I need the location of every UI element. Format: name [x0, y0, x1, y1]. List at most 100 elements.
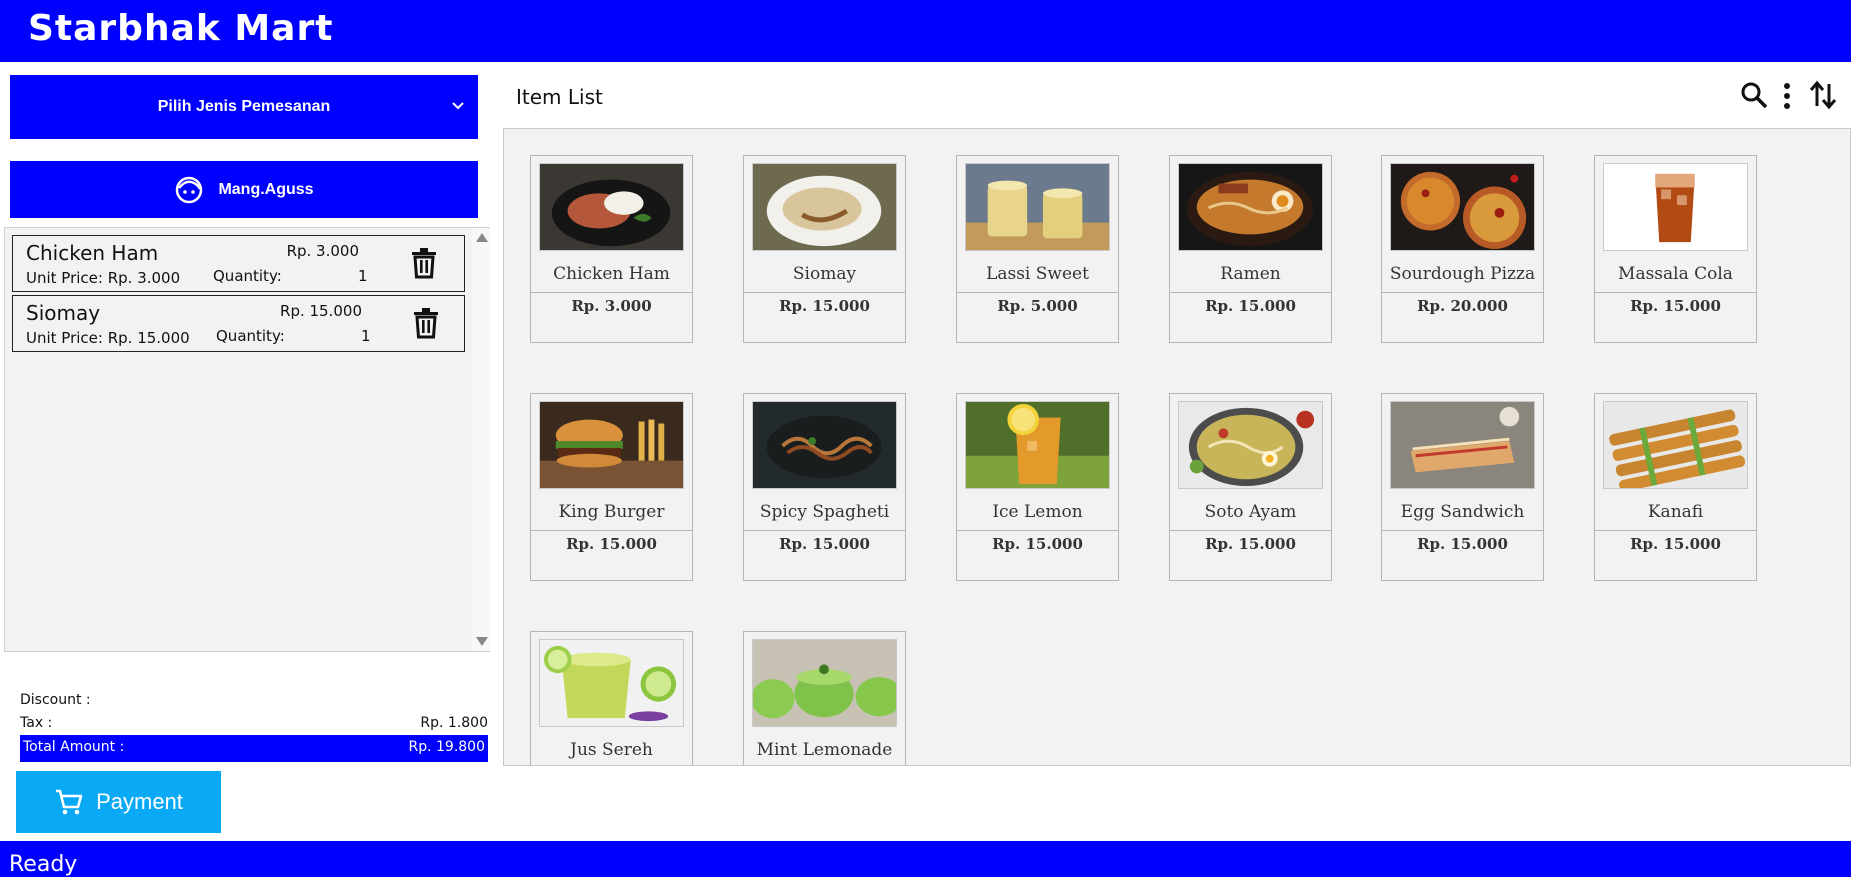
product-name: Sourdough Pizza [1389, 264, 1536, 284]
item-list-title: Item List [516, 85, 603, 109]
product-card[interactable]: Soto Ayam Rp. 15.000 [1169, 393, 1332, 581]
product-name: Ramen [1220, 264, 1281, 284]
search-icon[interactable] [1739, 78, 1769, 112]
product-divider [531, 292, 692, 293]
product-image-art [753, 402, 896, 488]
product-image [752, 401, 897, 489]
product-image-art [753, 640, 896, 726]
product-name: Egg Sandwich [1400, 502, 1525, 522]
product-price: Rp. 15.000 [1630, 535, 1721, 553]
more-vert-icon[interactable] [1772, 78, 1802, 112]
product-image [1390, 401, 1535, 489]
order-summary-box: Discount : Tax : Rp. 1.800 Total Amount … [6, 660, 496, 764]
cart-item-qty: 1 [358, 267, 368, 285]
product-price: Rp. 5.000 [997, 297, 1078, 315]
product-image [1603, 163, 1748, 251]
product-card[interactable]: Egg Sandwich Rp. 15.000 [1381, 393, 1544, 581]
product-name: Siomay [792, 264, 857, 284]
cart-item-unit-price: Unit Price: Rp. 15.000 [26, 329, 190, 347]
status-text: Ready [9, 852, 78, 877]
product-image-art [1604, 164, 1747, 250]
product-card[interactable]: Kanafi Rp. 15.000 [1594, 393, 1757, 581]
cart-item-price: Rp. 3.000 [286, 242, 359, 260]
product-name: Chicken Ham [553, 264, 670, 284]
product-grid: Chicken Ham Rp. 3.000 Siomay Rp. 15.000 Lass… [503, 128, 1851, 766]
chevron-down-icon [452, 102, 464, 110]
product-name: Massala Cola [1618, 264, 1733, 284]
product-divider [1382, 530, 1543, 531]
product-price: Rp. 15.000 [779, 535, 870, 553]
order-type-label: Pilih Jenis Pemesanan [157, 98, 331, 115]
cart-item-qty: 1 [361, 327, 371, 345]
status-bar: Ready [0, 841, 1851, 877]
product-image-art [540, 640, 683, 726]
product-divider [957, 530, 1118, 531]
product-image [539, 639, 684, 727]
product-price: Rp. 15.000 [1630, 297, 1721, 315]
product-image [1603, 401, 1748, 489]
cart-item[interactable]: Siomay Rp. 15.000 Unit Price: Rp. 15.000… [12, 295, 465, 352]
tax-value: Rp. 1.800 [420, 715, 488, 731]
product-divider [1595, 292, 1756, 293]
order-type-dropdown[interactable]: Pilih Jenis Pemesanan [10, 75, 478, 139]
item-list-header: Item List [503, 72, 1851, 122]
product-image [752, 163, 897, 251]
product-card[interactable]: Ice Lemon Rp. 15.000 [956, 393, 1119, 581]
product-card[interactable]: Chicken Ham Rp. 3.000 [530, 155, 693, 343]
cart-item[interactable]: Chicken Ham Rp. 3.000 Unit Price: Rp. 3.… [12, 235, 465, 292]
product-divider [531, 530, 692, 531]
trash-icon[interactable] [409, 247, 439, 279]
product-price: Rp. 15.000 [566, 535, 657, 553]
product-name: Kanafi [1647, 502, 1704, 522]
cart-panel: Chicken Ham Rp. 3.000 Unit Price: Rp. 3.… [4, 227, 490, 652]
cart-icon [56, 789, 83, 815]
product-card[interactable]: King Burger Rp. 15.000 [530, 393, 693, 581]
discount-label: Discount : [20, 692, 91, 708]
tax-label: Tax : [20, 715, 53, 731]
product-divider [744, 530, 905, 531]
product-image [1390, 163, 1535, 251]
scroll-down-arrow-icon[interactable] [476, 637, 488, 646]
sort-icon[interactable] [1808, 78, 1838, 112]
product-image-art [1391, 164, 1534, 250]
cart-scrollbar[interactable] [472, 228, 490, 651]
user-button[interactable]: Mang.Aguss [10, 161, 478, 218]
product-card[interactable]: Sourdough Pizza Rp. 20.000 [1381, 155, 1544, 343]
product-card[interactable]: Ramen Rp. 15.000 [1169, 155, 1332, 343]
product-image-art [966, 164, 1109, 250]
cart-item-name: Siomay [26, 301, 101, 325]
product-card[interactable]: Spicy Spagheti Rp. 15.000 [743, 393, 906, 581]
product-image [1178, 163, 1323, 251]
total-value: Rp. 19.800 [408, 739, 485, 755]
product-image-art [753, 164, 896, 250]
product-price: Rp. 15.000 [1205, 297, 1296, 315]
product-image-art [966, 402, 1109, 488]
product-name: King Burger [558, 502, 665, 522]
product-price: Rp. 15.000 [1205, 535, 1296, 553]
tax-row: Tax : Rp. 1.800 [20, 711, 488, 735]
product-card[interactable]: Mint Lemonade [743, 631, 906, 765]
product-card[interactable]: Jus Sereh [530, 631, 693, 765]
product-name: Ice Lemon [992, 502, 1083, 522]
product-card[interactable]: Massala Cola Rp. 15.000 [1594, 155, 1757, 343]
trash-icon[interactable] [411, 307, 441, 339]
product-name: Mint Lemonade [756, 740, 893, 760]
product-card[interactable]: Siomay Rp. 15.000 [743, 155, 906, 343]
product-image-art [540, 402, 683, 488]
product-name: Jus Sereh [570, 740, 653, 760]
product-image-art [1391, 402, 1534, 488]
product-image [539, 163, 684, 251]
scroll-up-arrow-icon[interactable] [476, 233, 488, 242]
product-price: Rp. 3.000 [571, 297, 652, 315]
payment-button[interactable]: Payment [16, 771, 221, 833]
product-image [752, 639, 897, 727]
discount-row: Discount : [20, 688, 488, 712]
user-name: Mang.Aguss [218, 180, 314, 198]
product-name: Spicy Spagheti [759, 502, 890, 522]
product-divider [957, 292, 1118, 293]
payment-label: Payment [96, 789, 183, 814]
product-card[interactable]: Lassi Sweet Rp. 5.000 [956, 155, 1119, 343]
app-header: Starbhak Mart [0, 0, 1851, 62]
total-label: Total Amount : [23, 739, 125, 755]
product-image-art [1604, 402, 1747, 488]
